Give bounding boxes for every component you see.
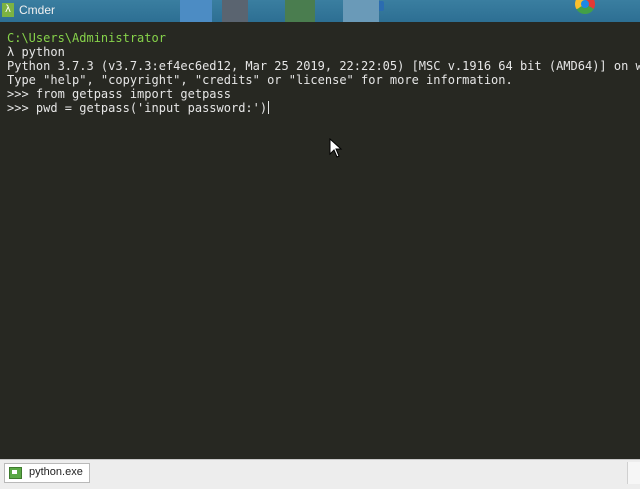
- tab-label: python.exe: [29, 466, 83, 478]
- tab-bar: python.exe: [0, 459, 640, 489]
- terminal-line-help: Type "help", "copyright", "credits" or "…: [7, 73, 513, 87]
- lambda-icon: λ: [2, 3, 14, 17]
- window-title: Cmder: [19, 3, 56, 17]
- status-edge: [627, 462, 640, 484]
- background-window-thumbnail: [343, 0, 379, 22]
- console-icon: [9, 467, 22, 479]
- text-cursor: [268, 101, 270, 114]
- title-bar[interactable]: λ Cmder: [0, 0, 640, 22]
- terminal-output[interactable]: C:\Users\Administrator λ python Python 3…: [0, 22, 640, 459]
- tab-python-exe[interactable]: python.exe: [4, 463, 90, 483]
- browser-icon: [575, 0, 595, 14]
- terminal-line-input[interactable]: >>> pwd = getpass('input password:'): [7, 101, 270, 115]
- mouse-pointer-icon: [329, 138, 343, 158]
- terminal-line-command: λ python: [7, 45, 65, 59]
- terminal-input-text: >>> pwd = getpass('input password:'): [7, 101, 268, 115]
- background-window-thumbnail: [285, 0, 595, 22]
- background-window-thumbnail: [222, 0, 248, 22]
- terminal-line-version: Python 3.7.3 (v3.7.3:ef4ec6ed12, Mar 25 …: [7, 59, 640, 73]
- background-window-thumbnail: [180, 0, 384, 22]
- terminal-line-import: >>> from getpass import getpass: [7, 87, 231, 101]
- terminal-line-path: C:\Users\Administrator: [7, 31, 166, 45]
